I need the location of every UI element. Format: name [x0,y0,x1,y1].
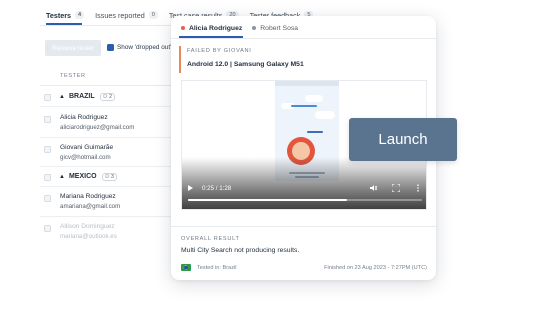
tester-column-header: TESTER [60,73,86,79]
tester-email: mariana@outlook.es [60,233,117,240]
divider [171,226,436,227]
table-row[interactable]: Allison Dominguez mariana@outlook.es [44,223,117,240]
tested-in: Tested in: Brazil [197,264,237,271]
status-bar [275,81,339,86]
plane-path-icon [291,105,317,107]
binoculars-icon [307,131,323,133]
failed-info: FAILED BY GIOVANI Android 12.0 | Samsung… [179,46,429,73]
tester-email: amariana@gmail.com [60,203,121,210]
video-progress-bar[interactable] [188,199,422,201]
remove-tester-button[interactable]: Remove tester [45,40,101,56]
device-info: Android 12.0 | Samsung Galaxy M51 [187,61,304,68]
checkbox[interactable] [44,195,51,202]
checkbox[interactable] [44,174,51,181]
tester-tabs: Alicia Rodriguez Robert Sosa [181,20,308,36]
tab-issues-reported[interactable]: Issues reported 0 [95,8,158,22]
play-icon[interactable] [188,185,193,191]
tab-label: Alicia Rodriguez [189,24,243,32]
tab-alicia-rodriguez[interactable]: Alicia Rodriguez [181,25,242,32]
tab-label: Testers [46,10,72,20]
tab-count: 0 [148,11,158,19]
checkbox[interactable] [44,146,51,153]
group-country: BRAZIL [68,93,95,100]
status-dot [252,26,257,30]
cloud-icon [305,95,323,102]
tab-label: Robert Sosa [260,24,299,32]
chevron-up-icon[interactable]: ▲ [59,174,65,180]
launch-button[interactable]: Launch [349,118,457,161]
tab-count: 4 [75,11,85,19]
failed-by-label: FAILED BY GIOVANI [187,48,252,54]
group-count: 2 [108,93,112,100]
tester-name: Giovani Guimarãe [60,144,114,151]
more-options-icon[interactable] [414,184,422,192]
checkbox[interactable] [44,116,51,123]
finished-timestamp: Finished on 23 Aug 2023 - 7:27PM (UTC) [324,264,427,271]
group-row-brazil[interactable]: ▲ BRAZIL ⚇ 2 [44,92,115,101]
tab-robert-sosa[interactable]: Robert Sosa [252,25,298,32]
overall-result-label: OVERALL RESULT [181,236,240,242]
group-country: MEXICO [68,173,97,180]
table-row[interactable]: Giovani Guimarãe gicv@hotmail.com [44,144,113,161]
checkbox[interactable] [44,94,51,101]
checkbox[interactable] [44,225,51,232]
group-count-badge: ⚇ 2 [99,92,115,101]
group-count: 3 [110,173,114,180]
video-controls: 0:25 / 1:28 [188,183,422,193]
result-footer: Tested in: Brazil Finished on 23 Aug 202… [181,264,427,271]
show-dropped-out-toggle[interactable]: Show 'dropped out' [107,44,171,51]
video-progress-fill [188,199,348,201]
volume-icon[interactable] [370,184,378,192]
divider [40,85,180,86]
tester-email: aliciarodriguez@gmail.com [60,124,135,131]
group-row-mexico[interactable]: ▲ MEXICO ⚇ 3 [44,172,117,181]
tester-name: Allison Dominguez [60,223,115,230]
group-count-badge: ⚇ 3 [101,172,117,181]
brazil-flag-icon [181,264,191,271]
checkbox[interactable] [107,44,114,51]
tab-label: Issues reported [95,10,145,20]
status-dot [181,26,185,30]
table-row[interactable]: Alicia Rodriguez aliciarodriguez@gmail.c… [44,114,134,131]
divider [171,38,436,39]
divider [40,166,180,167]
fullscreen-icon[interactable] [392,184,400,192]
divider [40,137,180,138]
divider [40,186,180,187]
cloud-icon [315,111,335,119]
tester-name: Mariana Rodriguez [60,193,116,200]
tester-name: Alicia Rodriguez [60,114,108,121]
overall-result-text: Multi City Search not producing results. [181,247,300,254]
divider [40,216,180,217]
chevron-up-icon[interactable]: ▲ [59,94,65,100]
divider [40,25,190,26]
show-dropped-label: Show 'dropped out' [117,44,172,51]
video-time: 0:25 / 1:28 [202,184,232,192]
table-row[interactable]: Mariana Rodriguez amariana@gmail.com [44,193,120,210]
tester-email: gicv@hotmail.com [60,154,111,161]
divider [40,106,180,107]
tab-testers[interactable]: Testers 4 [46,8,85,22]
